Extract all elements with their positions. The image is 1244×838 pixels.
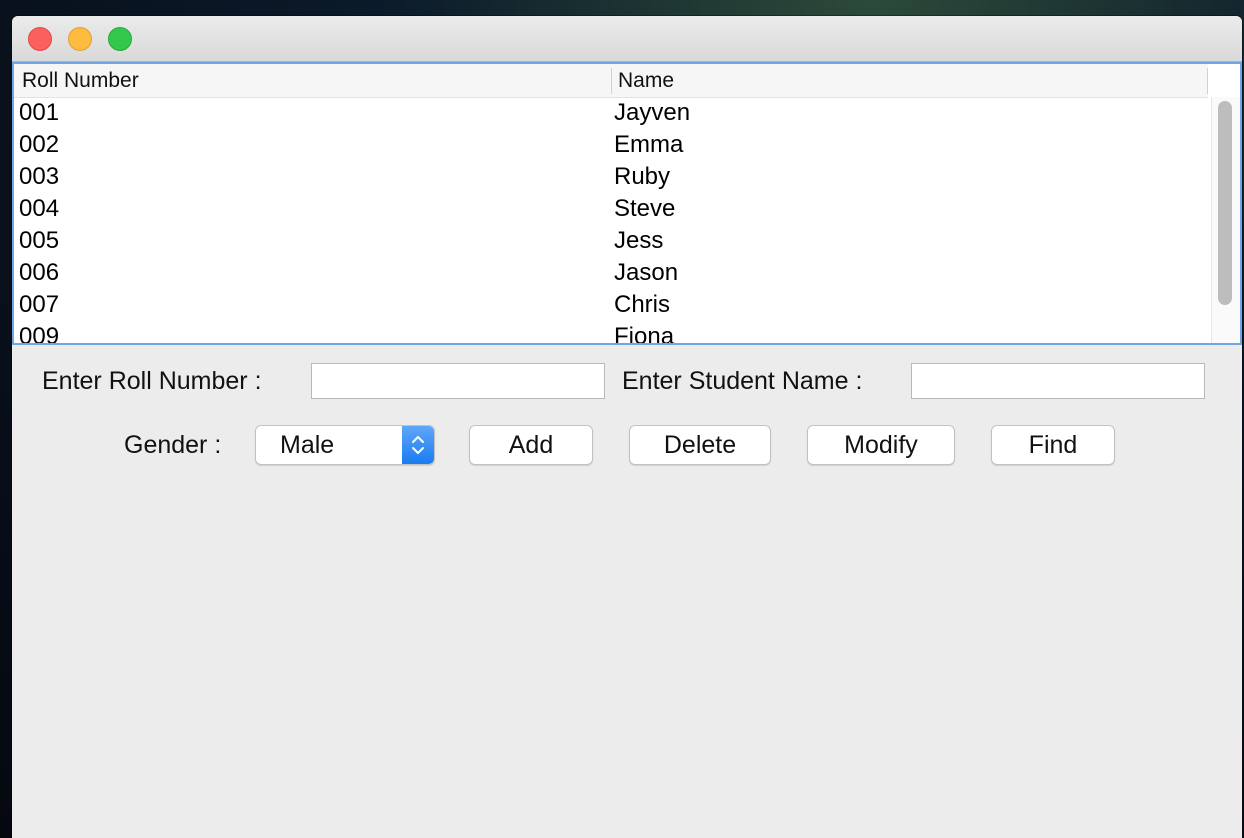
table-row[interactable]: 004 Steve	[14, 193, 1208, 225]
add-button[interactable]: Add	[469, 425, 593, 465]
cell-name[interactable]: Jayven	[614, 99, 690, 127]
app-window: Roll Number Name 001 Jayven 002 Emma 003…	[12, 16, 1242, 838]
cell-name[interactable]: Steve	[614, 195, 675, 223]
column-header-roll-number[interactable]: Roll Number	[22, 64, 139, 97]
cell-roll-number[interactable]: 009	[19, 323, 59, 343]
find-button[interactable]: Find	[991, 425, 1115, 465]
cell-name[interactable]: Fiona	[614, 323, 674, 343]
cell-roll-number[interactable]: 005	[19, 227, 59, 255]
table-row[interactable]: 003 Ruby	[14, 161, 1208, 193]
table-body: 001 Jayven 002 Emma 003 Ruby 004 Steve 0…	[14, 97, 1208, 343]
student-table[interactable]: Roll Number Name 001 Jayven 002 Emma 003…	[12, 62, 1242, 345]
cell-roll-number[interactable]: 002	[19, 131, 59, 159]
table-header: Roll Number Name	[14, 64, 1208, 98]
gender-selected-value: Male	[280, 431, 335, 459]
cell-name[interactable]: Chris	[614, 291, 670, 319]
cell-roll-number[interactable]: 006	[19, 259, 59, 287]
gender-select[interactable]: Male	[255, 425, 435, 465]
modify-button[interactable]: Modify	[807, 425, 955, 465]
table-row[interactable]: 002 Emma	[14, 129, 1208, 161]
delete-button[interactable]: Delete	[629, 425, 771, 465]
select-arrows-icon[interactable]	[402, 426, 434, 464]
column-header-name[interactable]: Name	[618, 64, 674, 97]
maximize-icon[interactable]	[108, 27, 132, 51]
table-row[interactable]: 001 Jayven	[14, 97, 1208, 129]
cell-name[interactable]: Jason	[614, 259, 678, 287]
cell-roll-number[interactable]: 004	[19, 195, 59, 223]
table-row[interactable]: 005 Jess	[14, 225, 1208, 257]
title-bar	[12, 16, 1242, 62]
minimize-icon[interactable]	[68, 27, 92, 51]
close-icon[interactable]	[28, 27, 52, 51]
table-row[interactable]: 007 Chris	[14, 289, 1208, 321]
cell-name[interactable]: Ruby	[614, 163, 670, 191]
scrollbar-thumb[interactable]	[1218, 101, 1232, 305]
cell-roll-number[interactable]: 003	[19, 163, 59, 191]
table-row[interactable]: 006 Jason	[14, 257, 1208, 289]
table-row[interactable]: 009 Fiona	[14, 321, 1208, 343]
student-name-input[interactable]	[911, 363, 1205, 399]
cell-roll-number[interactable]: 001	[19, 99, 59, 127]
roll-number-input[interactable]	[311, 363, 605, 399]
column-divider[interactable]	[611, 68, 612, 94]
cell-name[interactable]: Emma	[614, 131, 683, 159]
student-name-label: Enter Student Name :	[622, 367, 863, 395]
cell-roll-number[interactable]: 007	[19, 291, 59, 319]
gender-label: Gender :	[124, 431, 222, 459]
cell-name[interactable]: Jess	[614, 227, 663, 255]
column-divider	[1207, 68, 1208, 94]
roll-number-label: Enter Roll Number :	[42, 367, 262, 395]
